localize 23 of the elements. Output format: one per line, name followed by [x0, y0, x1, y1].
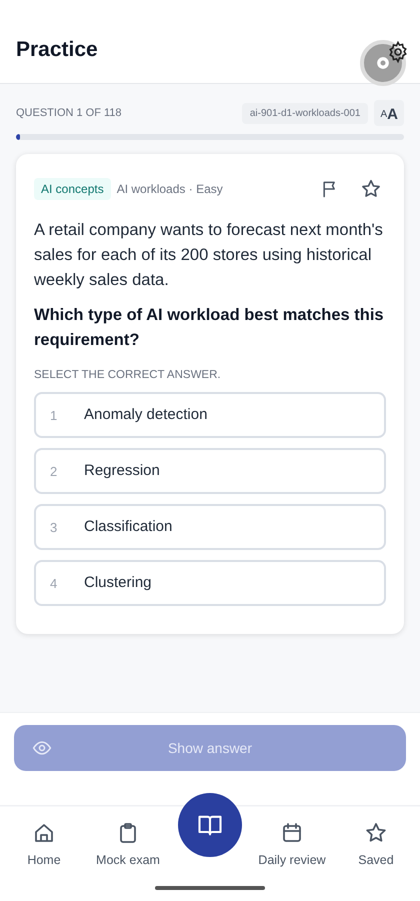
answer-option[interactable]: 2 Regression — [34, 448, 386, 494]
topic-tag: AI concepts — [34, 178, 111, 200]
answer-instruction: SELECT THE CORRECT ANSWER. — [34, 368, 222, 383]
question-prompt: Which type of AI workload best matches this requirement? — [34, 305, 385, 351]
nav-tab[interactable]: Daily review — [254, 807, 330, 901]
calendar-icon — [280, 821, 304, 845]
nav-tab[interactable]: Mock exam — [90, 807, 166, 901]
nav-tab[interactable]: Saved — [338, 807, 414, 901]
page-title: Practice — [16, 36, 98, 62]
font-size-button[interactable]: AA — [374, 100, 404, 126]
settings-icon[interactable] — [386, 40, 410, 64]
answer-option[interactable]: 3 Classification — [34, 504, 386, 550]
question-id-tag: ai-901-d1-workloads-001 — [242, 102, 368, 124]
settings-button[interactable] — [360, 40, 406, 86]
question-counter: QUESTION 1 OF 118 — [16, 106, 122, 121]
question-meta: AI workloads · Easy — [116, 181, 223, 198]
star-icon — [360, 178, 382, 200]
home-icon — [32, 821, 56, 845]
save-button[interactable] — [360, 178, 382, 200]
answer-option[interactable]: 1 Anomaly detection — [34, 392, 386, 438]
nav-tab[interactable]: Home — [6, 807, 82, 901]
answer-option[interactable]: 4 Clustering — [34, 560, 386, 606]
question-stem: A retail company wants to forecast next month's sales for each of its 200 stores using historical weekly sales data. — [34, 220, 384, 291]
